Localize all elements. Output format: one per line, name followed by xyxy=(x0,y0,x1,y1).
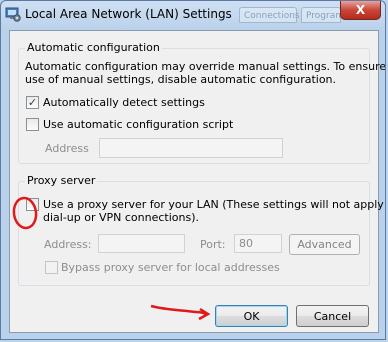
proxy-address-field[interactable] xyxy=(98,234,185,253)
proxy-port-label: Port: xyxy=(200,238,226,251)
automatic-configuration-description-line2: use of manual settings, disable automati… xyxy=(25,73,337,86)
close-icon: X xyxy=(355,3,366,17)
dialog-body: Automatic configuration Automatic config… xyxy=(9,30,385,333)
lan-settings-window: Connections Programs Local Area Network … xyxy=(0,0,386,340)
proxy-address-input[interactable] xyxy=(99,235,184,252)
network-settings-icon xyxy=(5,6,21,22)
use-proxy-checkbox[interactable] xyxy=(26,198,39,211)
window-title: Local Area Network (LAN) Settings xyxy=(25,7,232,21)
detect-settings-checkbox[interactable]: ✓ xyxy=(26,96,39,109)
detect-settings-label[interactable]: Automatically detect settings xyxy=(43,96,205,109)
close-button[interactable]: X xyxy=(340,1,381,20)
script-address-label: Address xyxy=(45,142,89,155)
proxy-address-label: Address: xyxy=(44,238,92,251)
bypass-local-label[interactable]: Bypass proxy server for local addresses xyxy=(61,261,280,274)
automatic-configuration-title: Automatic configuration xyxy=(25,41,162,54)
background-tab-connections: Connections xyxy=(239,7,300,23)
automatic-configuration-group: Automatic configuration Automatic config… xyxy=(18,41,385,164)
use-config-script-label[interactable]: Use automatic configuration script xyxy=(43,118,233,131)
ok-button[interactable]: OK xyxy=(215,305,288,327)
proxy-server-title: Proxy server xyxy=(25,174,98,187)
proxy-port-input[interactable] xyxy=(235,235,281,252)
checkmark-icon: ✓ xyxy=(27,96,38,109)
use-config-script-checkbox[interactable] xyxy=(26,118,39,131)
bypass-local-checkbox[interactable] xyxy=(45,261,58,274)
background-tab-programs: Programs xyxy=(301,7,349,23)
title-bar[interactable]: Connections Programs Local Area Network … xyxy=(1,1,385,29)
use-proxy-label-line2[interactable]: dial-up or VPN connections). xyxy=(43,211,199,224)
script-address-field[interactable] xyxy=(99,138,283,158)
automatic-configuration-description-line1: Automatic configuration may override man… xyxy=(25,60,386,73)
proxy-port-field[interactable] xyxy=(234,234,282,253)
advanced-button[interactable]: Advanced xyxy=(289,234,360,255)
use-proxy-label-line1[interactable]: Use a proxy server for your LAN (These s… xyxy=(43,198,385,211)
script-address-input[interactable] xyxy=(100,139,282,157)
cancel-button[interactable]: Cancel xyxy=(296,305,369,327)
proxy-server-group: Proxy server Use a proxy server for your… xyxy=(18,174,385,286)
